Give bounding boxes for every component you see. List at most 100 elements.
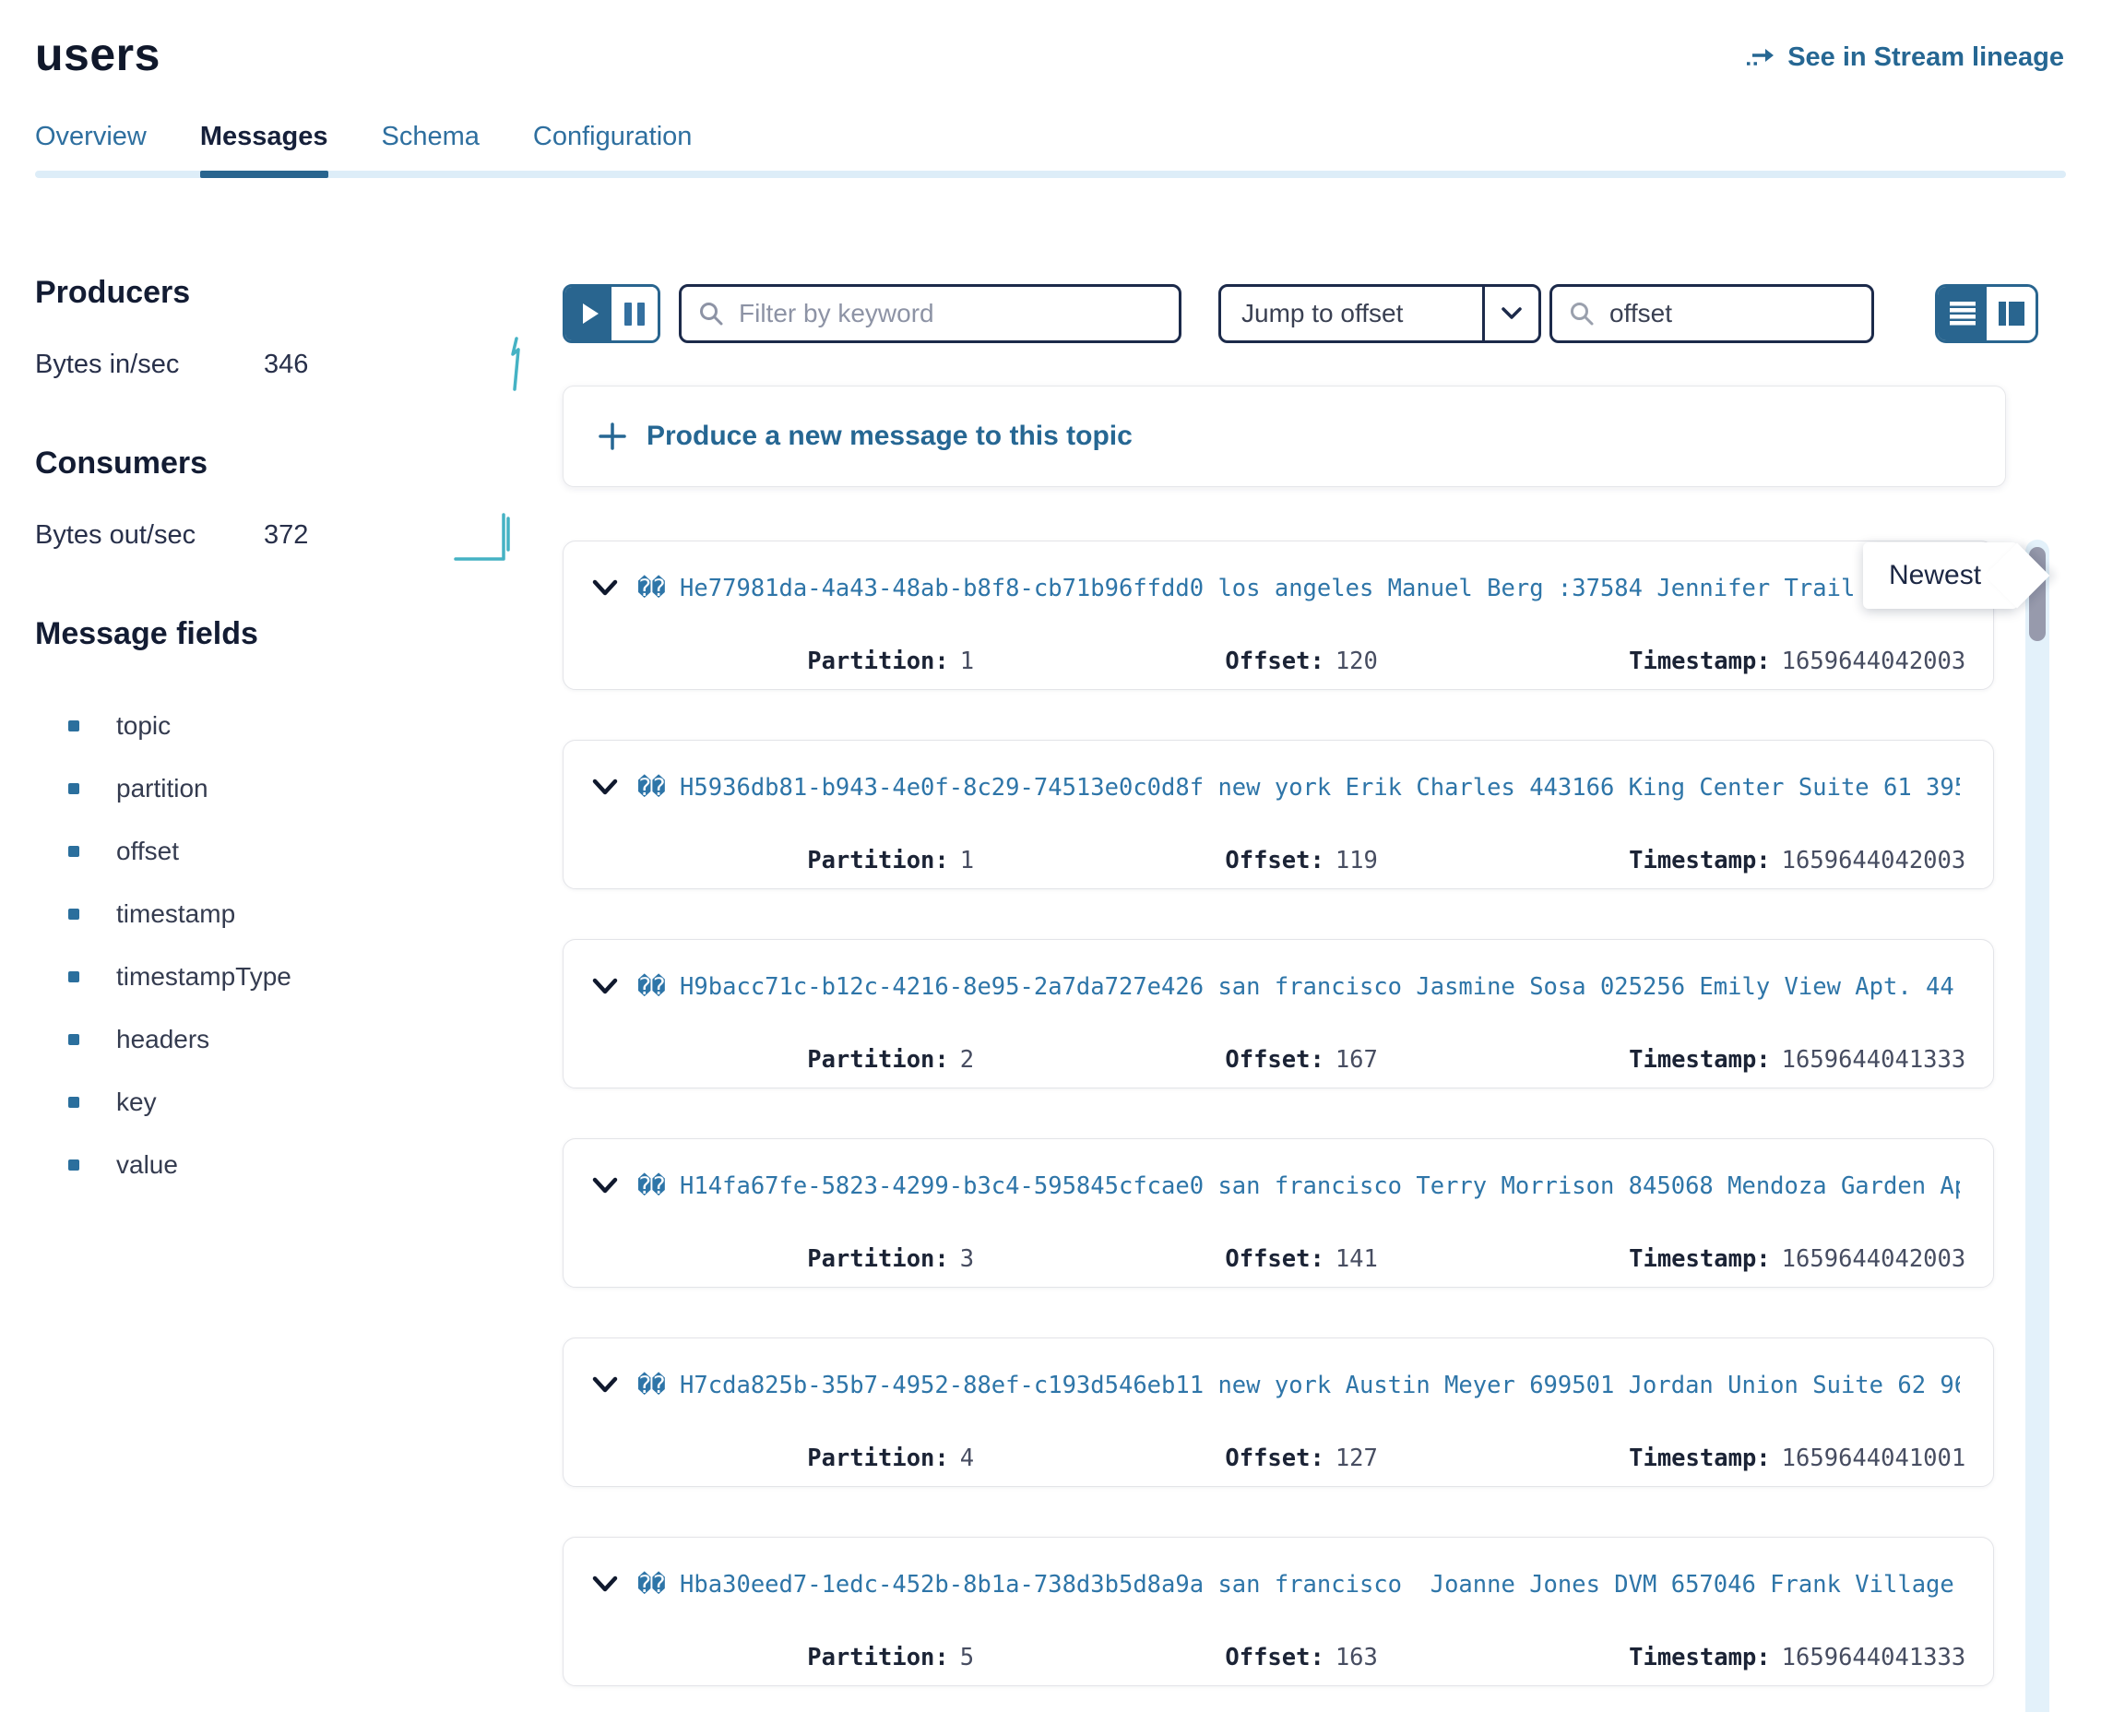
offset-search-input[interactable]: [1608, 298, 1944, 329]
square-bullet-icon: [68, 971, 79, 982]
list-view-icon: [1949, 302, 1976, 326]
expand-chevron-icon[interactable]: [591, 779, 619, 797]
field-item-label: key: [116, 1088, 157, 1117]
message-field-item[interactable]: headers: [35, 1008, 526, 1071]
offset-label: Offset:: [1225, 1245, 1324, 1273]
square-bullet-icon: [68, 783, 79, 794]
field-item-label: topic: [116, 711, 171, 741]
field-item-label: timestamp: [116, 899, 235, 929]
message-field-item[interactable]: timestamp: [35, 883, 526, 945]
message-key: �� H9bacc71c-b12c-4216-8e95-2a7da727e426…: [637, 973, 1960, 1001]
produce-message-label: Produce a new message to this topic: [647, 421, 1133, 452]
timestamp-label: Timestamp:: [1629, 1046, 1771, 1074]
tab[interactable]: Configuration: [533, 122, 693, 178]
message-key: �� He77981da-4a43-48ab-b8f8-cb71b96ffdd0…: [637, 575, 1960, 602]
offset-label: Offset:: [1225, 648, 1324, 675]
message-field-item[interactable]: partition: [35, 757, 526, 820]
expand-chevron-icon[interactable]: [591, 978, 619, 996]
producers-heading: Producers: [35, 275, 526, 311]
timestamp-label: Timestamp:: [1629, 1644, 1771, 1671]
partition-value: 3: [960, 1245, 974, 1273]
scrollbar-track[interactable]: [2025, 540, 2049, 1712]
message-meta: Partition:2 Offset:167 Timestamp:1659644…: [591, 1018, 1960, 1101]
pause-button[interactable]: [611, 287, 658, 340]
bytes-in-sparkline: [505, 336, 526, 393]
producers-metric-row: Bytes in/sec 346: [35, 344, 526, 385]
field-item-label: partition: [116, 774, 208, 803]
message-field-item[interactable]: topic: [35, 695, 526, 757]
message-fields-list: topic partition offset timestamp: [35, 695, 526, 1196]
timestamp-value: 1659644041001: [1782, 1445, 1966, 1472]
columns-view-icon: [1998, 301, 2025, 327]
timestamp-value: 1659644042003: [1782, 847, 1966, 874]
offset-value: 120: [1335, 648, 1378, 675]
square-bullet-icon: [68, 909, 79, 920]
message-field-item[interactable]: timestampType: [35, 945, 526, 1008]
tab[interactable]: Overview: [35, 122, 147, 178]
offset-search-box[interactable]: [1549, 284, 1874, 343]
tab-label: Overview: [35, 122, 147, 151]
view-mode-toggle[interactable]: [1935, 284, 2038, 343]
message-key: �� H14fa67fe-5823-4299-b3c4-595845cfcae0…: [637, 1172, 1960, 1200]
partition-value: 2: [960, 1046, 974, 1074]
square-bullet-icon: [68, 1034, 79, 1045]
message-meta: Partition:3 Offset:141 Timestamp:1659644…: [591, 1218, 1960, 1301]
bytes-out-label: Bytes out/sec: [35, 520, 264, 551]
offset-value: 167: [1335, 1046, 1378, 1074]
message-fields-block: Message fields topic partition offset: [35, 616, 526, 1196]
messages-toolbar: Jump to offset: [563, 284, 2038, 343]
chevron-down-icon[interactable]: [1482, 287, 1538, 340]
message-row[interactable]: �� He77981da-4a43-48ab-b8f8-cb71b96ffdd0…: [563, 541, 1994, 690]
tab[interactable]: Messages: [200, 122, 328, 178]
offset-label: Offset:: [1225, 1644, 1324, 1671]
field-item-label: headers: [116, 1025, 209, 1054]
message-meta: Partition:4 Offset:127 Timestamp:1659644…: [591, 1417, 1960, 1500]
bytes-out-value: 372: [264, 520, 308, 551]
tab[interactable]: Schema: [382, 122, 480, 178]
offset-label: Offset:: [1225, 1445, 1324, 1472]
page-title: users: [35, 28, 160, 81]
columns-view-button[interactable]: [1987, 287, 2036, 340]
timestamp-value: 1659644042003: [1782, 1245, 1966, 1273]
message-meta: Partition:1 Offset:120 Timestamp:1659644…: [591, 620, 1960, 703]
search-icon: [698, 301, 724, 327]
message-row[interactable]: �� H14fa67fe-5823-4299-b3c4-595845cfcae0…: [563, 1138, 1994, 1288]
square-bullet-icon: [68, 1097, 79, 1108]
tab-bar: Overview Messages Schema Configuration: [35, 122, 2066, 178]
timestamp-value: 1659644042003: [1782, 648, 1966, 675]
keyword-filter-input[interactable]: [737, 298, 1162, 329]
play-button[interactable]: [565, 287, 611, 340]
play-pause-toggle[interactable]: [563, 284, 660, 343]
stream-lineage-link[interactable]: See in Stream lineage: [1745, 42, 2064, 73]
jump-to-offset-select[interactable]: Jump to offset: [1218, 284, 1541, 343]
message-row[interactable]: �� H5936db81-b943-4e0f-8c29-74513e0c0d8f…: [563, 740, 1994, 889]
message-row[interactable]: �� Hba30eed7-1edc-452b-8b1a-738d3b5d8a9a…: [563, 1537, 1994, 1686]
jump-to-offset-label: Jump to offset: [1241, 299, 1403, 328]
sidebar: Producers Bytes in/sec 346 Consumers Byt…: [35, 275, 526, 1196]
message-row[interactable]: �� H9bacc71c-b12c-4216-8e95-2a7da727e426…: [563, 939, 1994, 1088]
message-field-item[interactable]: key: [35, 1071, 526, 1134]
plus-icon: [599, 422, 626, 450]
message-key: �� H5936db81-b943-4e0f-8c29-74513e0c0d8f…: [637, 774, 1960, 802]
page-header: users See in Stream lineage: [35, 28, 2064, 81]
partition-label: Partition:: [807, 1644, 949, 1671]
message-field-item[interactable]: offset: [35, 820, 526, 883]
consumers-metric-row: Bytes out/sec 372: [35, 515, 526, 555]
message-field-item[interactable]: value: [35, 1134, 526, 1196]
partition-label: Partition:: [807, 1046, 949, 1074]
partition-label: Partition:: [807, 1445, 949, 1472]
keyword-filter-box[interactable]: [679, 284, 1181, 343]
expand-chevron-icon[interactable]: [591, 1376, 619, 1395]
timestamp-label: Timestamp:: [1629, 648, 1771, 675]
message-fields-heading: Message fields: [35, 616, 526, 652]
timestamp-label: Timestamp:: [1629, 1445, 1771, 1472]
timestamp-label: Timestamp:: [1629, 1245, 1771, 1273]
produce-message-button[interactable]: Produce a new message to this topic: [563, 386, 2006, 487]
message-row[interactable]: �� H7cda825b-35b7-4952-88ef-c193d546eb11…: [563, 1338, 1994, 1487]
list-view-button[interactable]: [1938, 287, 1987, 340]
search-icon: [1569, 301, 1595, 327]
expand-chevron-icon[interactable]: [591, 579, 619, 598]
expand-chevron-icon[interactable]: [591, 1575, 619, 1594]
expand-chevron-icon[interactable]: [591, 1177, 619, 1195]
message-key: �� H7cda825b-35b7-4952-88ef-c193d546eb11…: [637, 1372, 1960, 1399]
